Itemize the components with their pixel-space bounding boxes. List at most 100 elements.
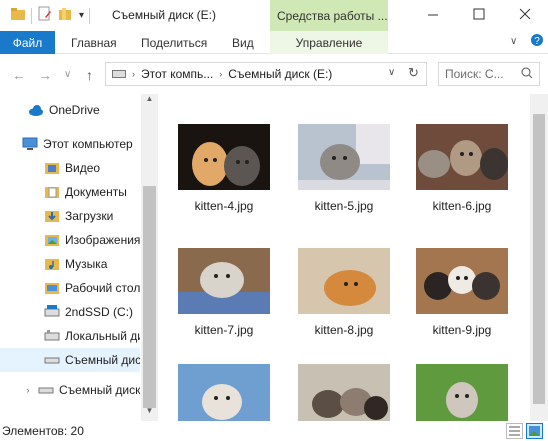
- up-arrow-icon[interactable]: ↑: [86, 67, 93, 83]
- nav-scrollbar[interactable]: ▲ ▼: [141, 94, 158, 421]
- file-name: kitten-4.jpg: [194, 199, 254, 213]
- kitten-thumbnail-image: [178, 248, 270, 314]
- sidebar-item-documents[interactable]: Документы: [0, 180, 140, 204]
- file-item[interactable]: [416, 364, 508, 421]
- forward-arrow-icon[interactable]: →: [38, 67, 52, 83]
- usb-drive-icon: [44, 352, 60, 368]
- drive-icon: [44, 328, 60, 344]
- sidebar-item-removable-disk-e[interactable]: › Съемный диск (E: [0, 378, 141, 402]
- large-icons-view-icon: [529, 426, 540, 436]
- sidebar-item-label: Этот компьютер: [43, 137, 133, 151]
- title-bar: ▾ Съемный диск (E:) Средства работы ...: [0, 0, 548, 31]
- file-name: kitten-7.jpg: [194, 323, 254, 337]
- search-input[interactable]: Поиск: С...: [438, 62, 540, 86]
- nav-scrollbar-thumb[interactable]: [143, 186, 156, 408]
- address-field[interactable]: › Этот компь... › Съемный диск (E:) ∨ ↻: [105, 62, 427, 86]
- file-item[interactable]: kitten-5.jpg: [298, 124, 390, 213]
- usb-drive-icon: [38, 382, 54, 398]
- expand-chevron-icon[interactable]: ›: [22, 385, 34, 395]
- sidebar-item-onedrive[interactable]: OneDrive: [0, 98, 140, 122]
- window-title: Съемный диск (E:): [112, 8, 216, 22]
- new-folder-icon[interactable]: [58, 6, 74, 25]
- file-item[interactable]: kitten-6.jpg: [416, 124, 508, 213]
- tab-file[interactable]: Файл: [0, 31, 55, 54]
- sidebar-item-drive-c[interactable]: 2ndSSD (C:): [0, 300, 140, 324]
- search-placeholder: Поиск: С...: [445, 67, 504, 81]
- sidebar-item-this-pc[interactable]: Этот компьютер: [0, 132, 140, 156]
- items-count: Элементов: 20: [2, 424, 84, 438]
- kitten-thumbnail-image: [178, 364, 270, 421]
- drive-icon: [44, 304, 60, 320]
- maximize-button[interactable]: [456, 0, 502, 31]
- close-button[interactable]: [502, 0, 548, 31]
- file-item[interactable]: kitten-4.jpg: [178, 124, 270, 213]
- breadcrumb-separator-icon: ›: [132, 69, 135, 79]
- file-name: kitten-9.jpg: [432, 323, 492, 337]
- refresh-icon[interactable]: ↻: [408, 65, 419, 81]
- properties-icon[interactable]: [37, 6, 53, 25]
- sidebar-item-label: Видео: [65, 161, 101, 175]
- desktop-folder-icon: [44, 280, 60, 296]
- sidebar-item-removable-disk-selected[interactable]: Съемный дис: [0, 348, 140, 372]
- tab-home[interactable]: Главная: [71, 31, 117, 54]
- documents-folder-icon: [44, 184, 60, 200]
- sidebar-item-desktop[interactable]: Рабочий стол: [0, 276, 140, 300]
- sidebar-item-label: Изображения: [65, 233, 140, 247]
- downloads-folder-icon: [44, 208, 60, 224]
- scroll-down-icon[interactable]: ▼: [141, 406, 158, 420]
- kitten-thumbnail-image: [416, 124, 508, 190]
- tab-manage[interactable]: Управление: [270, 31, 388, 54]
- kitten-thumbnail-image: [178, 124, 270, 190]
- details-view-button[interactable]: [506, 423, 523, 439]
- recent-locations-icon[interactable]: ∨: [64, 69, 71, 80]
- address-dropdown-icon[interactable]: ∨: [388, 67, 395, 78]
- search-icon: [521, 67, 533, 82]
- file-name: kitten-6.jpg: [432, 199, 492, 213]
- sidebar-item-pictures[interactable]: Изображения: [0, 228, 140, 252]
- file-name: kitten-5.jpg: [314, 199, 374, 213]
- minimize-icon: [428, 9, 438, 23]
- sidebar-item-label: Загрузки: [65, 209, 114, 223]
- folder-icon: [10, 7, 26, 24]
- svg-text:?: ?: [534, 36, 540, 47]
- sidebar-item-label: Рабочий стол: [65, 281, 140, 295]
- back-arrow-icon[interactable]: ←: [12, 67, 26, 83]
- large-icons-view-button[interactable]: [526, 423, 543, 439]
- customize-toolbar-icon[interactable]: ▾: [79, 10, 84, 21]
- tab-view[interactable]: Вид: [232, 31, 254, 54]
- file-item[interactable]: kitten-7.jpg: [178, 248, 270, 337]
- content-scrollbar-thumb[interactable]: [533, 114, 545, 404]
- scroll-up-icon[interactable]: ▲: [141, 94, 158, 108]
- chevron-down-icon[interactable]: ∨: [510, 36, 517, 47]
- breadcrumb-separator-icon: ›: [219, 69, 223, 79]
- cloud-icon: [28, 102, 44, 118]
- sidebar-item-music[interactable]: Музыка: [0, 252, 140, 276]
- content-scrollbar[interactable]: [530, 94, 548, 421]
- file-item[interactable]: [298, 364, 390, 421]
- usb-drive-icon: [112, 67, 126, 81]
- sidebar-item-downloads[interactable]: Загрузки: [0, 204, 140, 228]
- close-icon: [519, 8, 531, 23]
- pictures-folder-icon: [44, 232, 60, 248]
- file-item[interactable]: [178, 364, 270, 421]
- address-bar-row: ← → ∨ ↑ › Этот компь... › Съемный диск (…: [0, 54, 548, 94]
- breadcrumb-removable-disk[interactable]: Съемный диск (E:): [228, 67, 332, 81]
- sidebar-item-video[interactable]: Видео: [0, 156, 140, 180]
- quick-access-toolbar: ▾: [10, 6, 91, 25]
- navigation-pane: OneDrive Этот компьютер Видео Документы …: [0, 94, 158, 421]
- kitten-thumbnail-image: [298, 364, 390, 421]
- computer-icon: [22, 136, 38, 152]
- tab-share[interactable]: Поделиться: [141, 31, 207, 54]
- breadcrumb-this-pc[interactable]: Этот компь...: [141, 67, 213, 81]
- minimize-button[interactable]: [410, 0, 456, 31]
- kitten-thumbnail-image: [416, 364, 508, 421]
- help-icon[interactable]: ?: [530, 33, 544, 50]
- kitten-thumbnail-image: [298, 124, 390, 190]
- file-item[interactable]: kitten-9.jpg: [416, 248, 508, 337]
- file-item[interactable]: kitten-8.jpg: [298, 248, 390, 337]
- sidebar-item-label: Локальный ди: [65, 329, 140, 343]
- video-folder-icon: [44, 160, 60, 176]
- sidebar-item-local-disk[interactable]: Локальный ди: [0, 324, 140, 348]
- kitten-thumbnail-image: [298, 248, 390, 314]
- music-folder-icon: [44, 256, 60, 272]
